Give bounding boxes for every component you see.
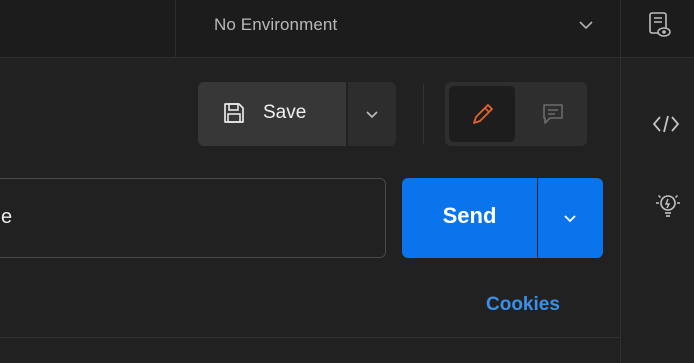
top-bar-divider-right [620, 0, 621, 57]
save-button[interactable]: Save [198, 82, 346, 146]
lightbulb-icon[interactable] [653, 190, 683, 220]
edit-comment-toggle [445, 82, 587, 146]
send-button-label: Send [442, 203, 497, 228]
code-icon[interactable] [651, 112, 681, 136]
environment-quick-look-icon[interactable] [647, 11, 673, 39]
top-bar-divider [175, 0, 176, 57]
floppy-disk-icon [224, 103, 244, 123]
save-options-button[interactable] [348, 82, 396, 146]
save-button-label: Save [263, 102, 307, 123]
cookies-link[interactable]: Cookies [486, 294, 560, 316]
chevron-down-icon [564, 215, 576, 223]
comment-icon [543, 104, 563, 124]
section-divider [0, 337, 620, 338]
send-options-button[interactable] [538, 178, 603, 258]
url-input[interactable]: e [0, 178, 386, 258]
right-sidebar [620, 58, 694, 363]
url-input-text: e [1, 206, 13, 228]
environment-selector[interactable]: No Environment [214, 15, 337, 35]
chevron-down-icon [366, 111, 378, 119]
app-window: No Environment Save e Send Cookies [0, 0, 694, 363]
chevron-down-icon[interactable] [577, 16, 595, 34]
edit-mode-button[interactable] [449, 86, 515, 142]
comment-mode-button[interactable] [521, 86, 583, 142]
top-bar: No Environment [0, 0, 694, 58]
toolbar-divider [423, 84, 424, 144]
send-button[interactable]: Send [402, 178, 537, 258]
pencil-icon [473, 104, 493, 124]
